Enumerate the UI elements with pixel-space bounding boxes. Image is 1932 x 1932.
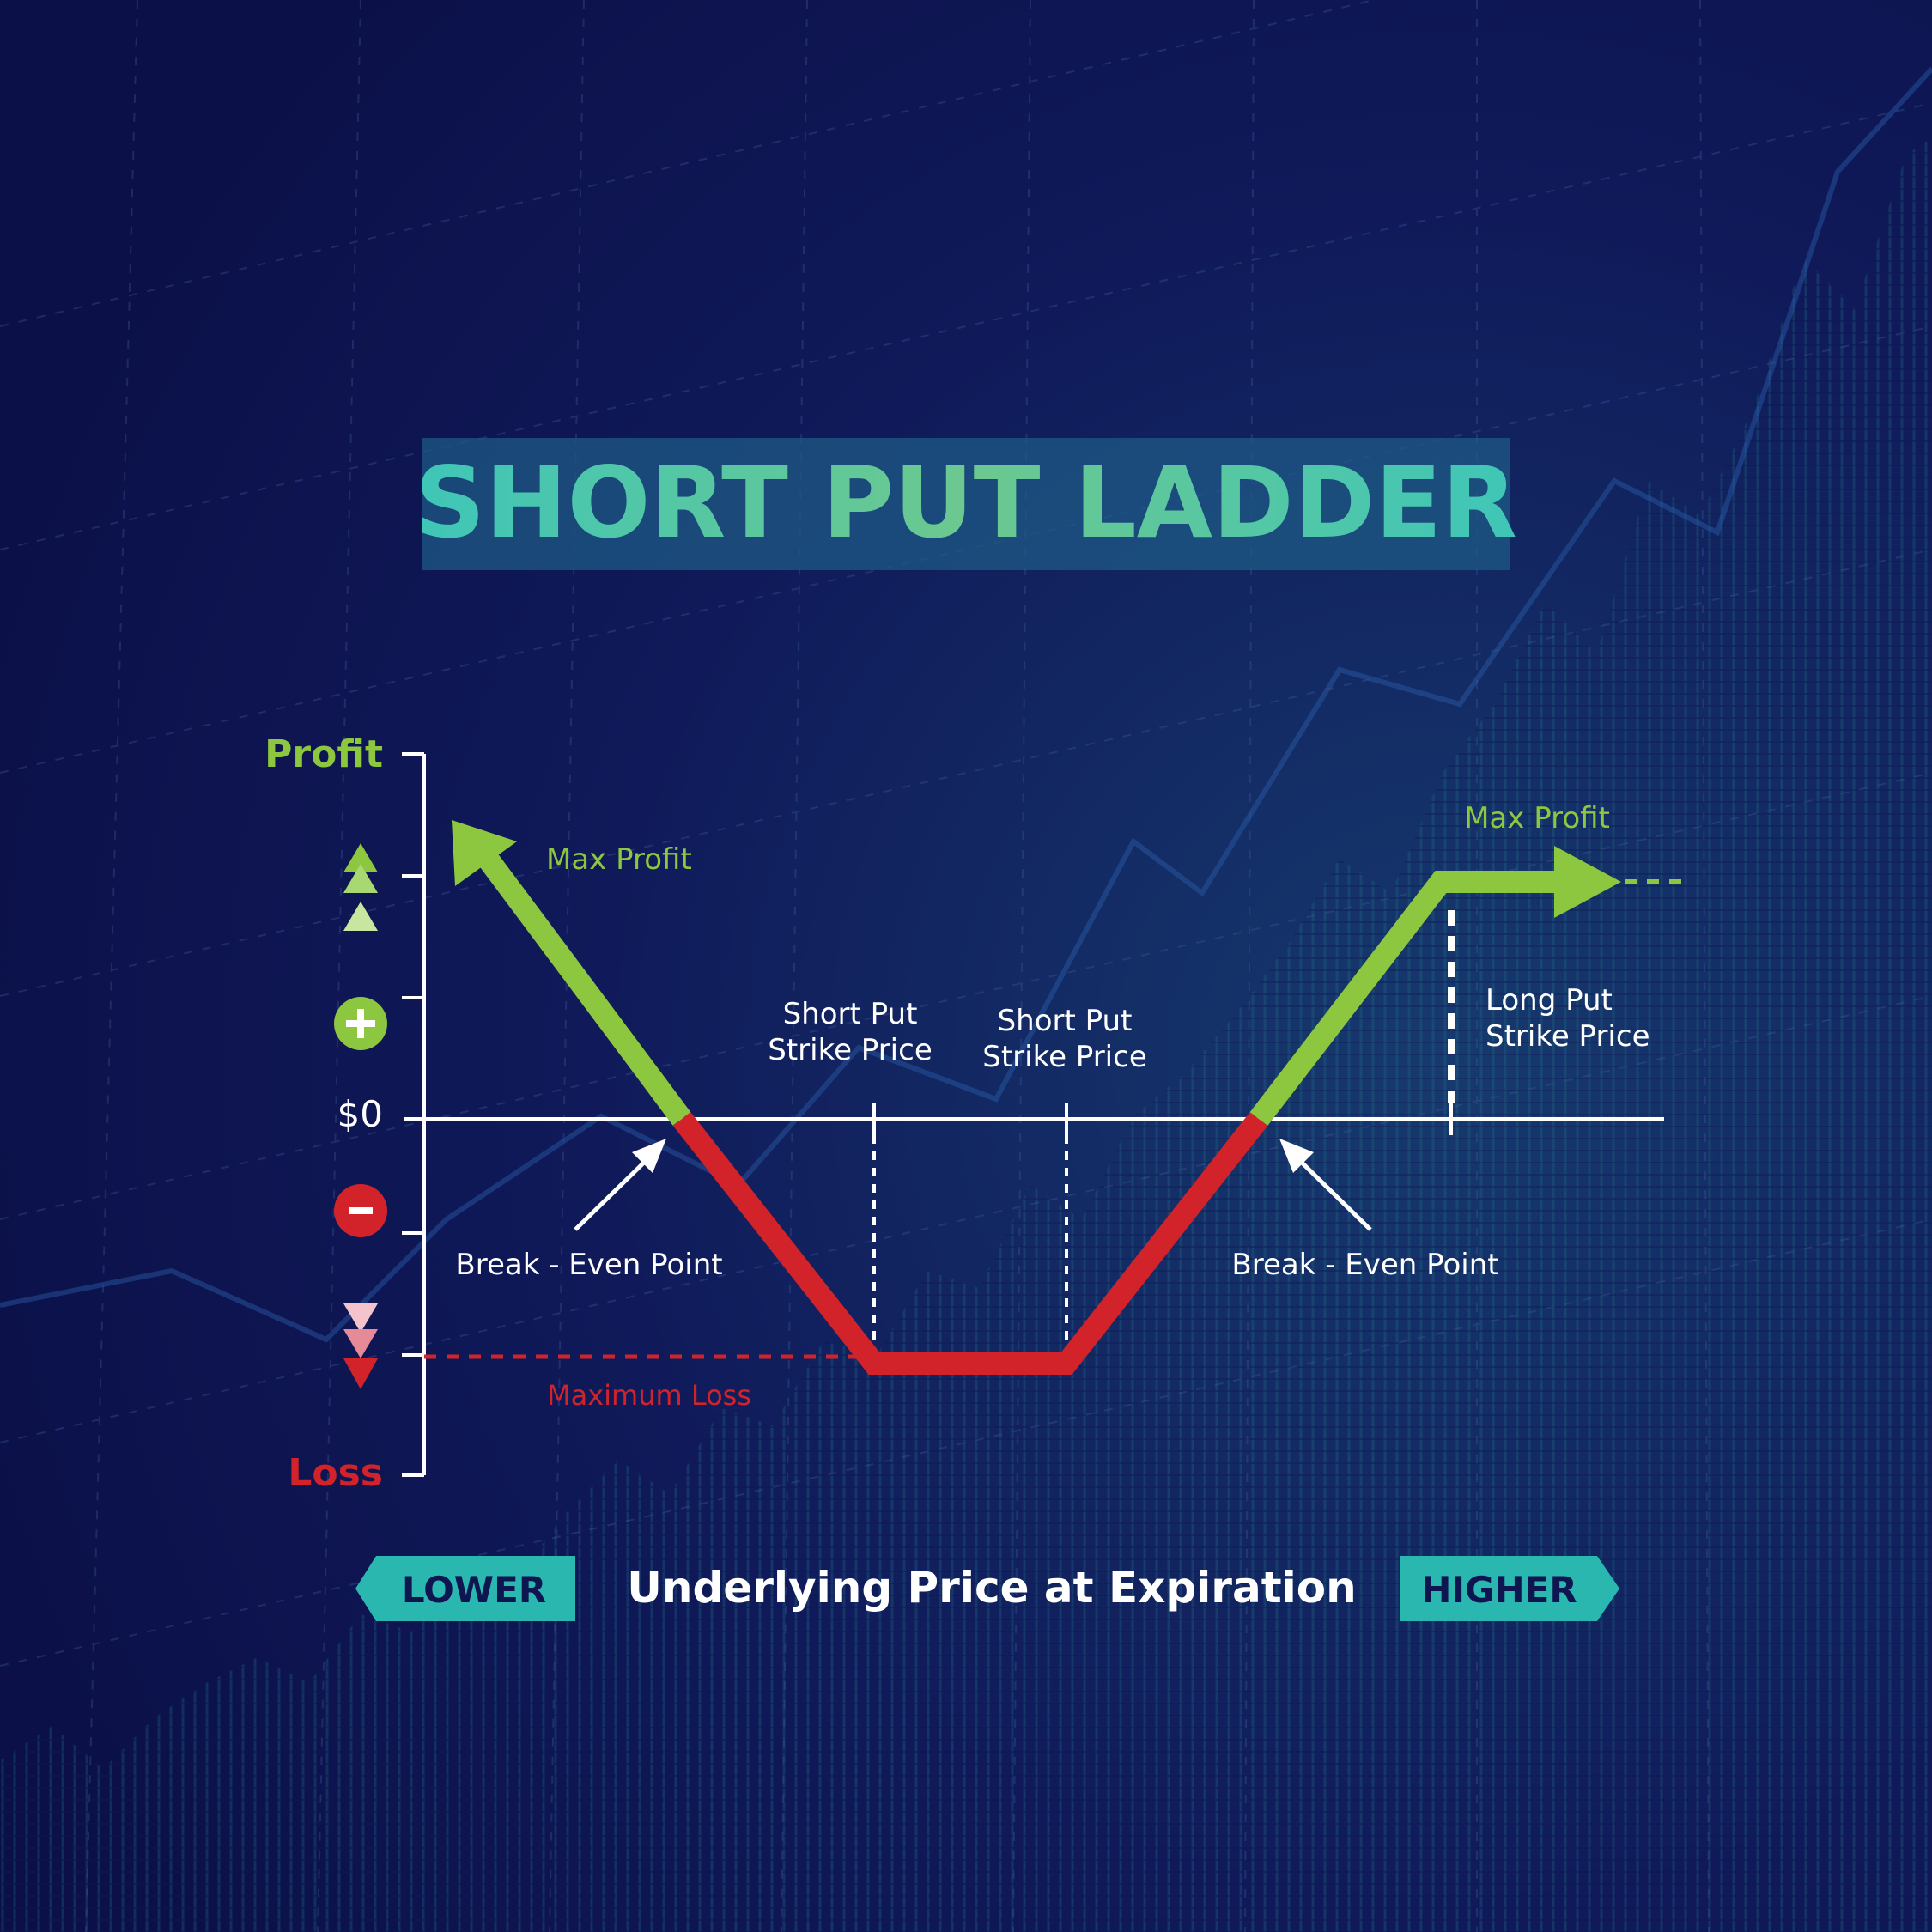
x-axis-label: Underlying Price at Expiration bbox=[627, 1563, 1356, 1613]
lower-tag-label: LOWER bbox=[402, 1569, 546, 1611]
zero-axis-label: $0 bbox=[337, 1093, 383, 1135]
page-title: SHORT PUT LADDER bbox=[415, 446, 1517, 560]
profit-axis-label: Profit bbox=[264, 732, 383, 776]
short-put-strike-2-label-line2: Strike Price bbox=[982, 1040, 1146, 1074]
maximum-loss-label: Maximum Loss bbox=[547, 1379, 751, 1412]
short-put-strike-2-label-line1: Short Put bbox=[998, 1004, 1133, 1038]
higher-tag: HIGHER bbox=[1400, 1556, 1619, 1621]
lower-tag: LOWER bbox=[355, 1556, 575, 1621]
plus-circle-icon bbox=[334, 997, 387, 1050]
minus-circle-icon bbox=[334, 1184, 387, 1237]
higher-tag-label: HIGHER bbox=[1421, 1569, 1577, 1611]
max-profit-right-label: Max Profit bbox=[1464, 801, 1610, 835]
short-put-ladder-diagram: SHORT PUT LADDER Profit Loss $0 Max Prof… bbox=[0, 0, 1932, 1932]
break-even-right-label: Break - Even Point bbox=[1231, 1248, 1498, 1282]
long-put-strike-label-line2: Strike Price bbox=[1485, 1019, 1649, 1054]
short-put-strike-1-label-line2: Strike Price bbox=[768, 1033, 932, 1067]
max-profit-left-label: Max Profit bbox=[546, 842, 692, 877]
long-put-strike-label-line1: Long Put bbox=[1485, 983, 1613, 1018]
break-even-left-label: Break - Even Point bbox=[455, 1248, 722, 1282]
loss-axis-label: Loss bbox=[288, 1451, 383, 1495]
short-put-strike-1-label-line1: Short Put bbox=[783, 997, 918, 1031]
